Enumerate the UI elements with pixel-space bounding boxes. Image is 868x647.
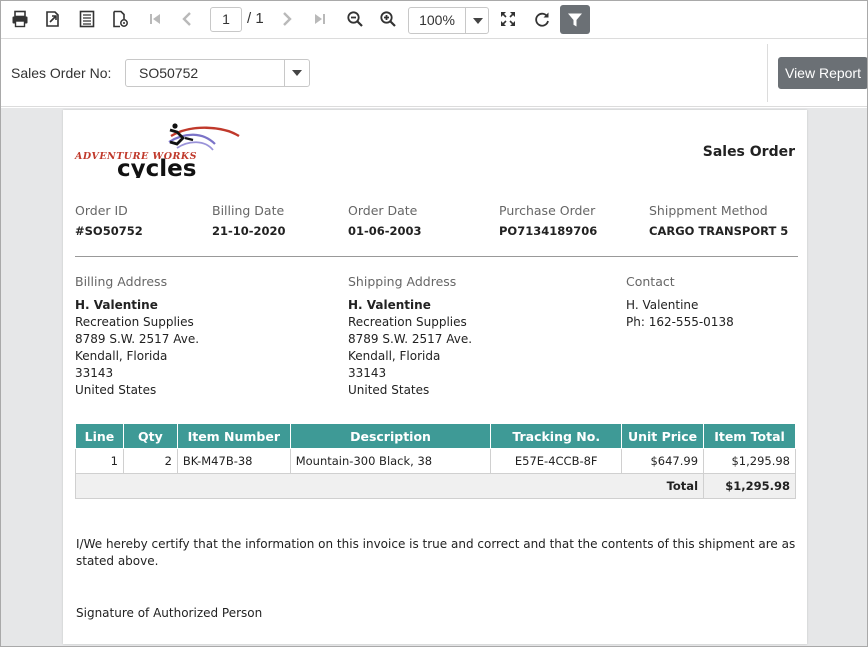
signature-label: Signature of Authorized Person	[76, 606, 263, 620]
next-page-icon[interactable]	[274, 6, 300, 32]
sales-order-select[interactable]: SO50752	[125, 59, 310, 87]
order-id-value: #SO50752	[75, 224, 143, 238]
line-cell: 1	[75, 448, 124, 474]
unit-price-cell: $647.99	[621, 448, 705, 474]
chevron-down-icon[interactable]	[465, 8, 489, 33]
table-header-row: Line Qty Item Number Description Trackin…	[75, 423, 796, 449]
shipment-method-label: Shippment Method	[649, 203, 768, 218]
logo-wordmark: cycles	[117, 156, 196, 178]
shipping-address: H. Valentine Recreation Supplies 8789 S.…	[348, 297, 472, 399]
shipping-line: 33143	[348, 366, 387, 380]
billing-line: Recreation Supplies	[75, 315, 194, 329]
page-setup-icon[interactable]	[74, 6, 100, 32]
chevron-down-icon[interactable]	[284, 60, 309, 86]
report-page: ADVENTURE WORKS cycles Sales Order Order…	[63, 110, 807, 644]
section-divider	[75, 256, 798, 257]
sales-order-label: Sales Order No:	[11, 65, 112, 81]
print-layout-icon[interactable]	[107, 6, 133, 32]
zoom-out-icon[interactable]	[342, 6, 368, 32]
refresh-icon[interactable]	[529, 6, 555, 32]
item-number-cell: BK-M47B-38	[176, 448, 291, 474]
shipping-line: Recreation Supplies	[348, 315, 467, 329]
export-icon[interactable]	[40, 6, 66, 32]
qty-cell: 2	[122, 448, 178, 474]
column-header: Tracking No.	[490, 423, 623, 449]
parameter-bar: Sales Order No: SO50752 View Report	[1, 39, 867, 107]
report-viewer: 1 / 1 100% Sales Order No: SO50752 View …	[0, 0, 868, 647]
contact-phone: Ph: 162-555-0138	[626, 315, 734, 329]
billing-line: United States	[75, 383, 157, 397]
column-header: Line	[75, 423, 124, 449]
certification-text: I/We hereby certify that the information…	[76, 537, 796, 568]
table-row: 1 2 BK-M47B-38 Mountain-300 Black, 38 E5…	[75, 448, 796, 474]
print-icon[interactable]	[7, 6, 33, 32]
total-value: $1,295.98	[703, 473, 796, 499]
column-header: Unit Price	[621, 423, 705, 449]
billing-name: H. Valentine	[75, 298, 158, 312]
zoom-value: 100%	[419, 12, 455, 28]
total-row: Total $1,295.98	[74, 473, 796, 499]
shipping-line: 8789 S.W. 2517 Ave.	[348, 332, 473, 346]
report-canvas: ADVENTURE WORKS cycles Sales Order Order…	[1, 108, 867, 646]
shipping-line: Kendall, Florida	[348, 349, 441, 363]
first-page-icon[interactable]	[142, 6, 168, 32]
fit-page-icon[interactable]	[495, 6, 521, 32]
billing-line: 33143	[75, 366, 114, 380]
report-title: Sales Order	[702, 144, 795, 160]
column-header: Description	[289, 423, 492, 449]
description-cell: Mountain-300 Black, 38	[289, 448, 492, 474]
sales-order-value: SO50752	[139, 65, 199, 81]
contact-label: Contact	[626, 274, 675, 289]
billing-date-label: Billing Date	[212, 203, 285, 218]
item-total-cell: $1,295.98	[703, 448, 796, 474]
shipping-line: United States	[348, 383, 430, 397]
adventure-works-logo: ADVENTURE WORKS cycles	[74, 123, 240, 178]
contact-block: H. Valentine Ph: 162-555-0138	[626, 297, 734, 331]
zoom-in-icon[interactable]	[375, 6, 401, 32]
purchase-order-label: Purchase Order	[499, 203, 596, 218]
shipment-method-value: CARGO TRANSPORT 5	[649, 224, 789, 238]
divider	[767, 44, 768, 102]
toolbar: 1 / 1 100%	[1, 1, 867, 39]
billing-address: H. Valentine Recreation Supplies 8789 S.…	[75, 297, 199, 399]
billing-line: 8789 S.W. 2517 Ave.	[75, 332, 200, 346]
view-report-button[interactable]: View Report	[778, 57, 867, 89]
items-table: Line Qty Item Number Description Trackin…	[74, 423, 796, 499]
tracking-cell: E57E-4CCB-8F	[490, 448, 623, 474]
last-page-icon[interactable]	[307, 6, 333, 32]
previous-page-icon[interactable]	[174, 6, 200, 32]
zoom-dropdown[interactable]: 100%	[408, 7, 489, 34]
column-header: Qty	[122, 423, 178, 449]
filter-icon[interactable]	[560, 5, 590, 34]
purchase-order-value: PO7134189706	[499, 224, 598, 238]
page-number-input[interactable]: 1	[210, 7, 242, 32]
shipping-name: H. Valentine	[348, 298, 431, 312]
billing-date-value: 21-10-2020	[212, 224, 286, 238]
order-date-value: 01-06-2003	[348, 224, 422, 238]
billing-address-label: Billing Address	[75, 274, 168, 289]
column-header: Item Total	[703, 423, 796, 449]
column-header: Item Number	[176, 423, 291, 449]
billing-line: Kendall, Florida	[75, 349, 168, 363]
order-date-label: Order Date	[348, 203, 418, 218]
shipping-address-label: Shipping Address	[348, 274, 457, 289]
total-label: Total	[74, 473, 705, 499]
contact-name: H. Valentine	[626, 298, 699, 312]
order-id-label: Order ID	[75, 203, 128, 218]
page-total: / 1	[247, 10, 264, 27]
